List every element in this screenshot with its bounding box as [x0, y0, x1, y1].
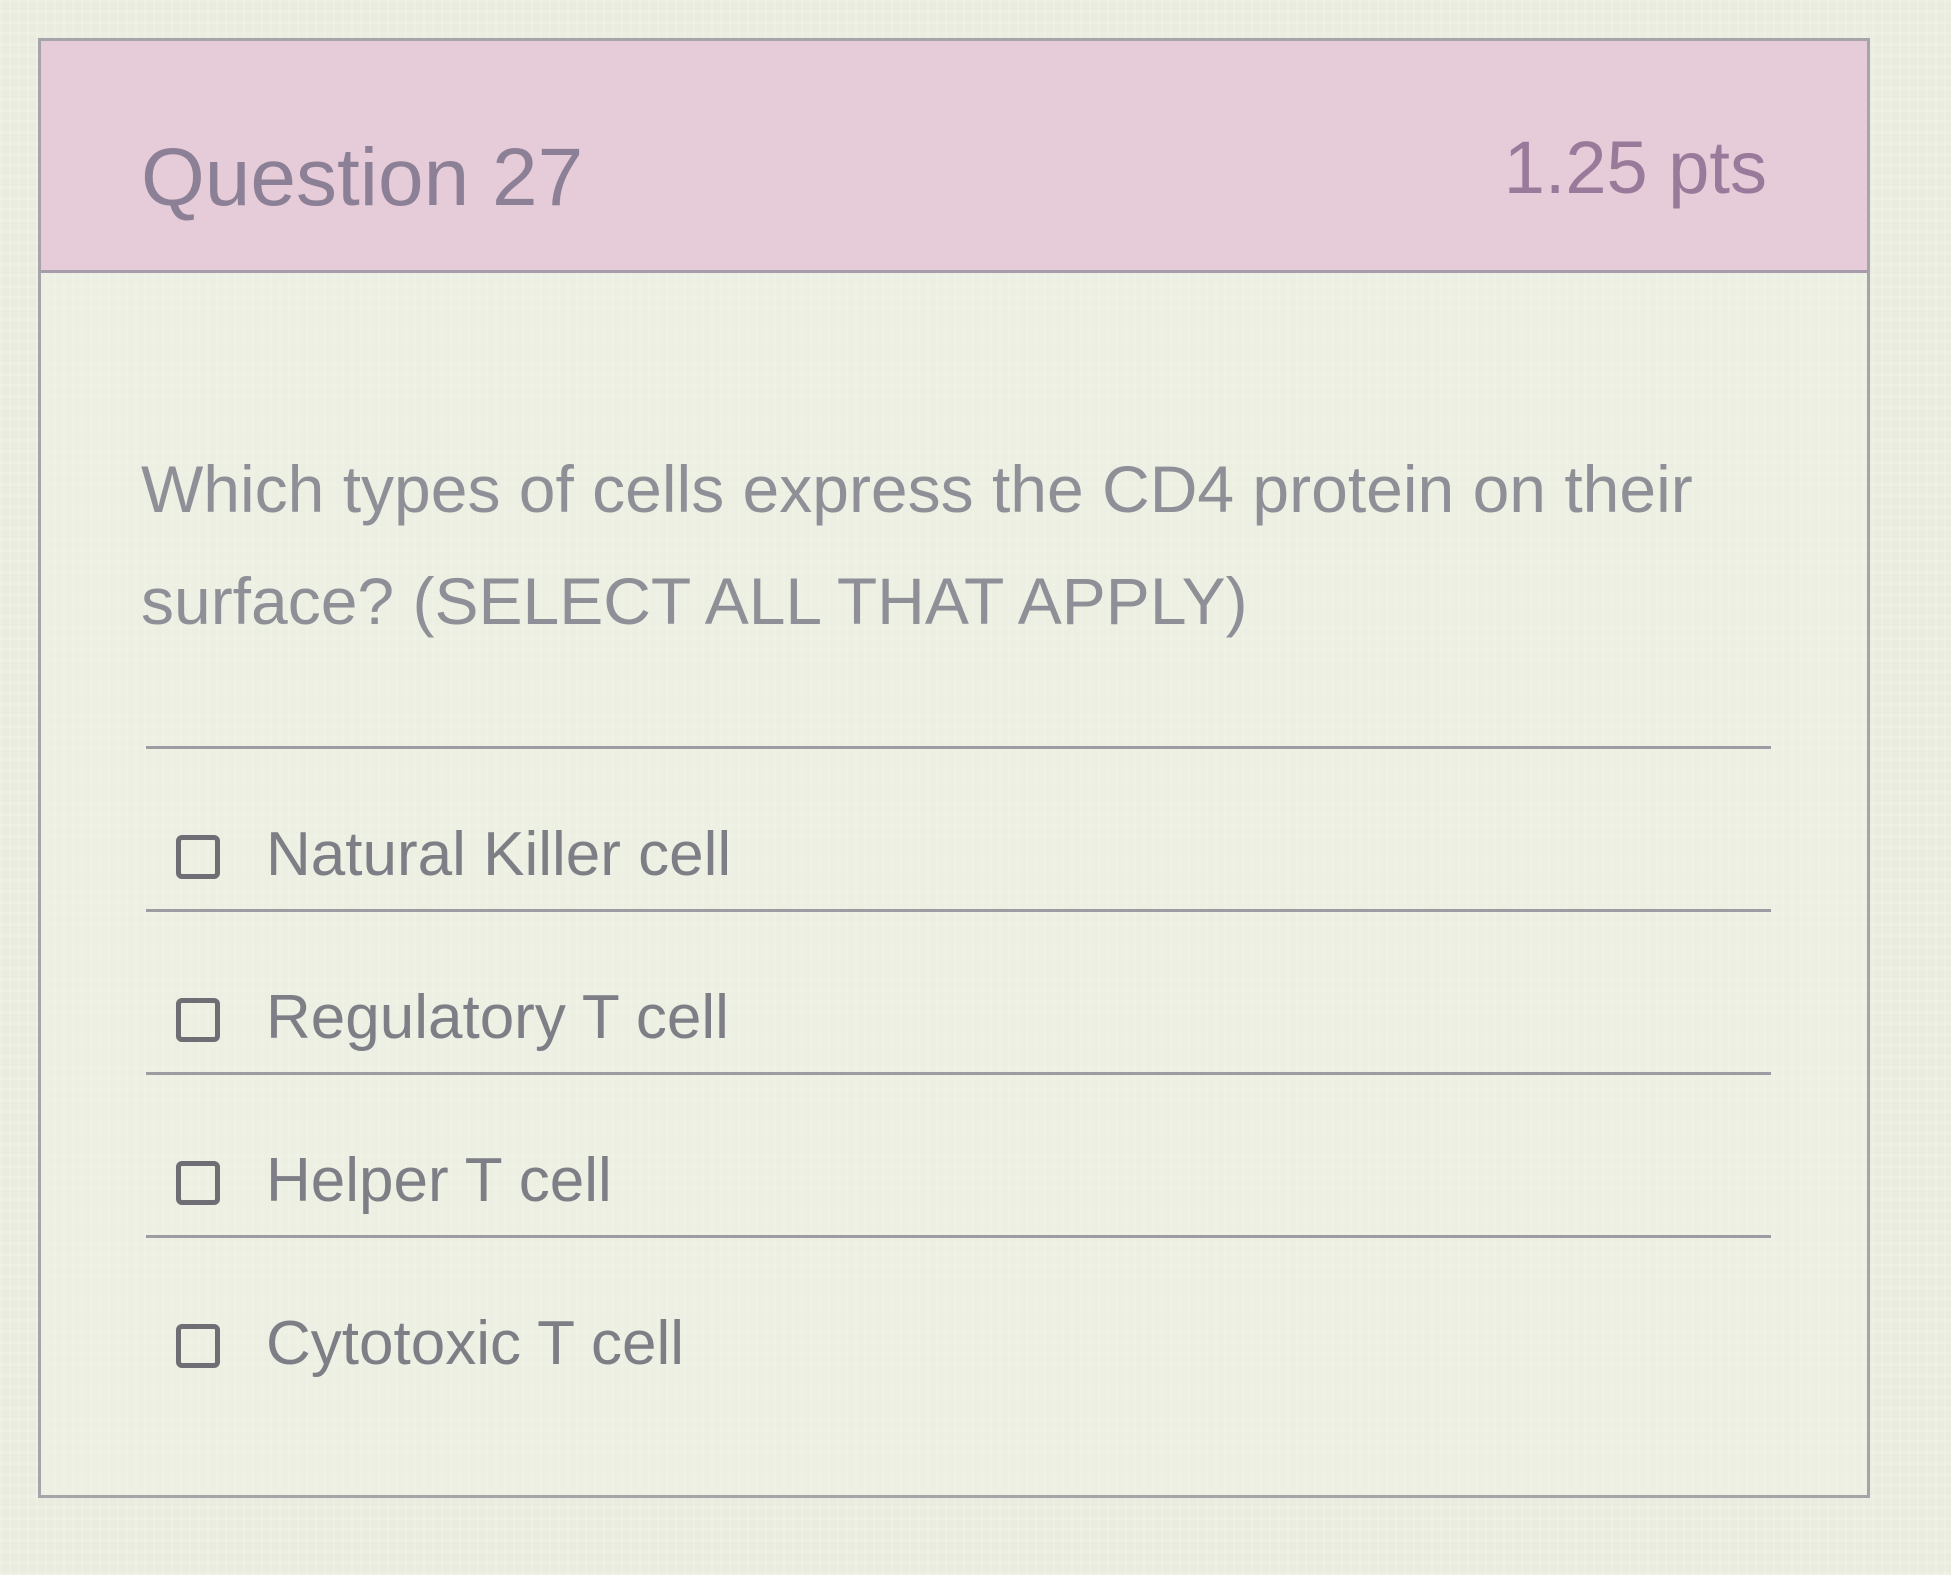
- question-title: Question 27: [141, 132, 584, 223]
- checkbox[interactable]: [176, 1161, 220, 1205]
- answer-list: Natural Killer cell Regulatory T cell He…: [146, 746, 1771, 1398]
- question-prompt: Which types of cells express the CD4 pro…: [141, 452, 1693, 638]
- answer-label[interactable]: Helper T cell: [266, 1145, 612, 1216]
- question-header: Question 27 1.25 pts: [41, 41, 1867, 273]
- answer-option-natural-killer[interactable]: Natural Killer cell: [146, 746, 1771, 909]
- answer-label[interactable]: Natural Killer cell: [266, 819, 731, 890]
- checkbox[interactable]: [176, 998, 220, 1042]
- answer-label[interactable]: Cytotoxic T cell: [266, 1308, 684, 1379]
- checkbox[interactable]: [176, 1324, 220, 1368]
- question-points: 1.25 pts: [1503, 126, 1767, 209]
- checkbox[interactable]: [176, 835, 220, 879]
- question-card: Question 27 1.25 pts Which types of cell…: [38, 38, 1870, 1498]
- answer-label[interactable]: Regulatory T cell: [266, 982, 729, 1053]
- answer-option-cytotoxic-t[interactable]: Cytotoxic T cell: [146, 1235, 1771, 1398]
- answer-option-helper-t[interactable]: Helper T cell: [146, 1072, 1771, 1235]
- answer-option-regulatory-t[interactable]: Regulatory T cell: [146, 909, 1771, 1072]
